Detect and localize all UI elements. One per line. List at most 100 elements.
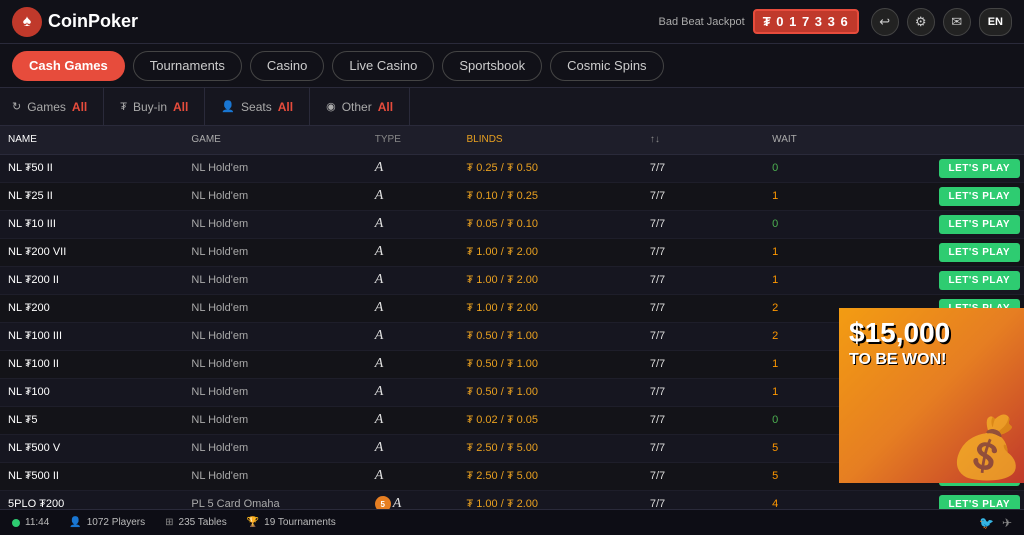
- lets-play-button[interactable]: LET'S PLAY: [939, 215, 1020, 234]
- cell-game: NL Hold'em: [183, 378, 366, 406]
- cell-game: NL Hold'em: [183, 462, 366, 490]
- table-row: NL ₮200 VII NL Hold'em A ₮ 1.00 / ₮ 2.00…: [0, 238, 1024, 266]
- cell-game: NL Hold'em: [183, 266, 366, 294]
- logo-icon: ♠: [12, 7, 42, 37]
- status-tournaments: 🏆 19 Tournaments: [247, 517, 336, 528]
- cell-name: NL ₮100 III: [0, 322, 183, 350]
- filter-other[interactable]: ◉ Other All: [310, 88, 410, 125]
- cell-seats: 7/7: [642, 238, 764, 266]
- tournaments-count: 19 Tournaments: [264, 517, 336, 528]
- cell-type: A: [367, 378, 459, 406]
- logo: ♠ CoinPoker: [12, 7, 138, 37]
- promo-decoration: 💰: [949, 412, 1024, 483]
- lets-play-button[interactable]: LET'S PLAY: [939, 187, 1020, 206]
- cell-seats: 7/7: [642, 490, 764, 509]
- filter-other-value: All: [378, 100, 393, 114]
- cell-action: LET'S PLAY: [856, 154, 1024, 182]
- settings-icon[interactable]: ⚙: [907, 8, 935, 36]
- other-icon: ◉: [326, 100, 336, 113]
- lets-play-button[interactable]: LET'S PLAY: [939, 243, 1020, 262]
- cell-name: NL ₮25 II: [0, 182, 183, 210]
- header: ♠ CoinPoker Bad Beat Jackpot ₮ 0 1 7 3 3…: [0, 0, 1024, 44]
- cell-seats: 7/7: [642, 350, 764, 378]
- bad-beat-label: Bad Beat Jackpot: [658, 16, 744, 28]
- type-indicator: A: [375, 440, 384, 455]
- twitter-icon[interactable]: 🐦: [979, 516, 994, 530]
- filter-games[interactable]: ↻ Games All: [12, 88, 104, 125]
- cell-name: NL ₮100 II: [0, 350, 183, 378]
- col-header-wait: WAIT: [764, 126, 856, 154]
- lets-play-button[interactable]: LET'S PLAY: [939, 495, 1020, 510]
- col-header-type: TYPE: [367, 126, 459, 154]
- status-players: 👤 1072 Players: [69, 517, 145, 528]
- filter-seats-label: Seats: [241, 100, 272, 114]
- type-indicator: A: [375, 300, 384, 315]
- language-button[interactable]: EN: [979, 8, 1012, 36]
- mail-icon[interactable]: ✉: [943, 8, 971, 36]
- seats-icon: 👤: [221, 100, 235, 113]
- cell-seats: 7/7: [642, 434, 764, 462]
- lets-play-button[interactable]: LET'S PLAY: [939, 159, 1020, 178]
- players-icon: 👤: [69, 517, 81, 528]
- current-time: 11:44: [25, 517, 49, 528]
- cell-game: NL Hold'em: [183, 210, 366, 238]
- filter-buyin-label: Buy-in: [133, 100, 167, 114]
- col-header-name: NAME: [0, 126, 183, 154]
- filter-other-label: Other: [342, 100, 372, 114]
- nav-tournaments[interactable]: Tournaments: [133, 51, 242, 81]
- cell-wait: 0: [764, 154, 856, 182]
- cell-name: NL ₮200 II: [0, 266, 183, 294]
- wallet-icon[interactable]: ↩: [871, 8, 899, 36]
- tournaments-icon: 🏆: [247, 517, 259, 528]
- cell-seats: 7/7: [642, 294, 764, 322]
- table-row: 5PLO ₮200 PL 5 Card Omaha 5A ₮ 1.00 / ₮ …: [0, 490, 1024, 509]
- cell-name: NL ₮10 III: [0, 210, 183, 238]
- filter-seats-value: All: [278, 100, 293, 114]
- cell-type: A: [367, 462, 459, 490]
- cell-wait: 1: [764, 266, 856, 294]
- cell-seats: 7/7: [642, 322, 764, 350]
- cell-blinds: ₮ 0.50 / ₮ 1.00: [458, 378, 641, 406]
- cell-action: LET'S PLAY: [856, 210, 1024, 238]
- nav-cash-games[interactable]: Cash Games: [12, 51, 125, 81]
- filter-bar: ↻ Games All ₮ Buy-in All 👤 Seats All ◉ O…: [0, 88, 1024, 126]
- nav-sportsbook[interactable]: Sportsbook: [442, 51, 542, 81]
- status-tables: ⊞ 235 Tables: [165, 517, 227, 528]
- tables-icon: ⊞: [165, 517, 173, 528]
- filter-seats[interactable]: 👤 Seats All: [205, 88, 310, 125]
- col-header-action: [856, 126, 1024, 154]
- cell-action: LET'S PLAY: [856, 182, 1024, 210]
- type-indicator: A: [375, 160, 384, 175]
- cell-blinds: ₮ 0.50 / ₮ 1.00: [458, 322, 641, 350]
- cell-seats: 7/7: [642, 266, 764, 294]
- cell-name: NL ₮50 II: [0, 154, 183, 182]
- nav-cosmic-spins[interactable]: Cosmic Spins: [550, 51, 663, 81]
- cell-seats: 7/7: [642, 378, 764, 406]
- cell-type: A: [367, 322, 459, 350]
- nav-live-casino[interactable]: Live Casino: [332, 51, 434, 81]
- col-header-seats: ↑↓: [642, 126, 764, 154]
- nav-casino[interactable]: Casino: [250, 51, 324, 81]
- type-indicator: A: [375, 412, 384, 427]
- table-row: NL ₮50 II NL Hold'em A ₮ 0.25 / ₮ 0.50 7…: [0, 154, 1024, 182]
- cell-wait: 1: [764, 238, 856, 266]
- cell-name: 5PLO ₮200: [0, 490, 183, 509]
- cell-blinds: ₮ 0.05 / ₮ 0.10: [458, 210, 641, 238]
- main-nav: Cash Games Tournaments Casino Live Casin…: [0, 44, 1024, 88]
- cell-game: NL Hold'em: [183, 322, 366, 350]
- filter-buyin[interactable]: ₮ Buy-in All: [104, 88, 205, 125]
- cell-type: A: [367, 238, 459, 266]
- cell-seats: 7/7: [642, 462, 764, 490]
- cell-type: A: [367, 266, 459, 294]
- cell-type: A: [367, 434, 459, 462]
- cell-name: NL ₮500 II: [0, 462, 183, 490]
- header-icons: ↩ ⚙ ✉ EN: [871, 8, 1012, 36]
- promo-banner[interactable]: $15,000 TO BE WON! 💰: [839, 308, 1024, 483]
- type-indicator: A: [375, 216, 384, 231]
- col-header-game: GAME: [183, 126, 366, 154]
- lets-play-button[interactable]: LET'S PLAY: [939, 271, 1020, 290]
- type-indicator: A: [375, 244, 384, 259]
- cell-name: NL ₮100: [0, 378, 183, 406]
- cell-type: A: [367, 210, 459, 238]
- telegram-icon[interactable]: ✈: [1002, 516, 1012, 530]
